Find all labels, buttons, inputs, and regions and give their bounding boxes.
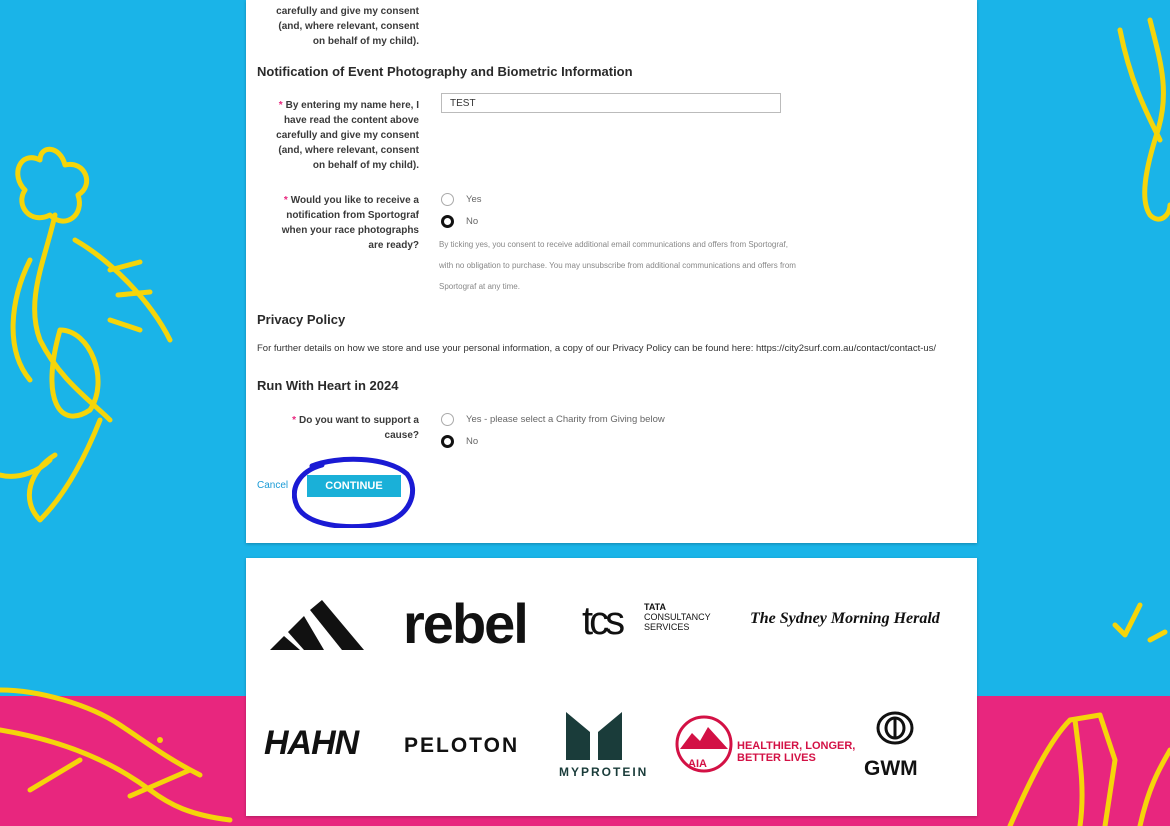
aia-tagline-line: BETTER LIVES <box>737 752 816 764</box>
option-label: Yes <box>466 194 482 205</box>
option-label: No <box>466 436 479 447</box>
label-line: notification from Sportograf <box>286 210 419 221</box>
required-marker: * <box>292 415 296 426</box>
cancel-link[interactable]: Cancel <box>257 480 288 491</box>
peloton-logo: PELOTON <box>404 734 520 757</box>
notification-no-radio[interactable] <box>441 215 454 228</box>
sponsor-logos-card: rebel tcs TATA CONSULTANCY SERVICES The … <box>246 558 977 816</box>
consent-line: (and, where relevant, consent <box>278 21 419 32</box>
label-line: are ready? <box>368 240 419 251</box>
label-line: cause? <box>384 430 419 441</box>
required-marker: * <box>278 100 283 111</box>
myprotein-logo: MYPROTEIN <box>559 765 649 779</box>
rebel-logo: rebel <box>403 592 529 655</box>
notification-yes-radio[interactable] <box>441 193 454 206</box>
consent-fragment-label: carefully and give my consent (and, wher… <box>257 4 419 49</box>
aia-tagline-line: HEALTHIER, LONGER, <box>737 740 856 752</box>
photography-section-title: Notification of Event Photography and Bi… <box>257 64 633 79</box>
gwm-shield-icon <box>876 711 914 745</box>
notification-no-option[interactable]: No <box>441 215 478 228</box>
charity-label: * Do you want to support a cause? <box>257 413 419 443</box>
label-line: when your race photographs <box>281 225 419 236</box>
myprotein-m-icon <box>566 712 622 760</box>
charity-yes-radio[interactable] <box>441 413 454 426</box>
consent-line: carefully and give my consent <box>276 6 419 17</box>
notification-label: * Would you like to receive a notificatio… <box>257 193 419 253</box>
tcs-bottom-text: SERVICES <box>644 622 690 632</box>
registration-form-card: carefully and give my consent (and, wher… <box>246 0 977 543</box>
tcs-mid-text: CONSULTANCY <box>644 612 711 622</box>
notification-yes-option[interactable]: Yes <box>441 193 482 206</box>
option-label: No <box>466 216 479 227</box>
hahn-logo: HAHN <box>264 724 359 762</box>
label-line: have read the content above <box>283 115 419 126</box>
tcs-logo-mark: tcs <box>582 599 625 643</box>
required-marker: * <box>283 195 288 206</box>
privacy-policy-text: For further details on how we store and … <box>257 343 937 354</box>
label-line: Would you like to receive a <box>290 195 419 206</box>
label-line: (and, where relevant, consent <box>278 145 419 156</box>
consent-line: on behalf of my child). <box>312 36 419 47</box>
sportograf-disclaimer: By ticking yes, you consent to receive a… <box>439 240 796 291</box>
gwm-logo: GWM <box>864 757 918 780</box>
tcs-top-text: TATA <box>644 602 666 612</box>
aia-tagline: HEALTHIER, LONGER, BETTER LIVES <box>737 740 855 764</box>
charity-section-title: Run With Heart in 2024 <box>257 378 399 393</box>
option-label: Yes - please select a Charity from Givin… <box>466 414 665 425</box>
label-line: Do you want to support a <box>299 415 419 426</box>
label-line: on behalf of my child). <box>312 160 419 171</box>
name-consent-label: * By entering my name here, I have read t… <box>257 98 419 173</box>
smh-logo: The Sydney Morning Herald <box>750 610 940 627</box>
charity-no-radio[interactable] <box>441 435 454 448</box>
charity-yes-option[interactable]: Yes - please select a Charity from Givin… <box>441 413 665 426</box>
consent-name-input[interactable] <box>441 93 781 113</box>
label-line: By entering my name here, I <box>285 100 419 111</box>
aia-mark-text: AIA <box>688 758 707 770</box>
continue-button[interactable]: CONTINUE <box>307 475 401 497</box>
privacy-section-title: Privacy Policy <box>257 312 346 327</box>
charity-no-option[interactable]: No <box>441 435 478 448</box>
label-line: carefully and give my consent <box>276 130 419 141</box>
tcs-wordmark: TATA CONSULTANCY SERVICES <box>644 602 711 632</box>
adidas-logo-icon <box>270 600 364 650</box>
